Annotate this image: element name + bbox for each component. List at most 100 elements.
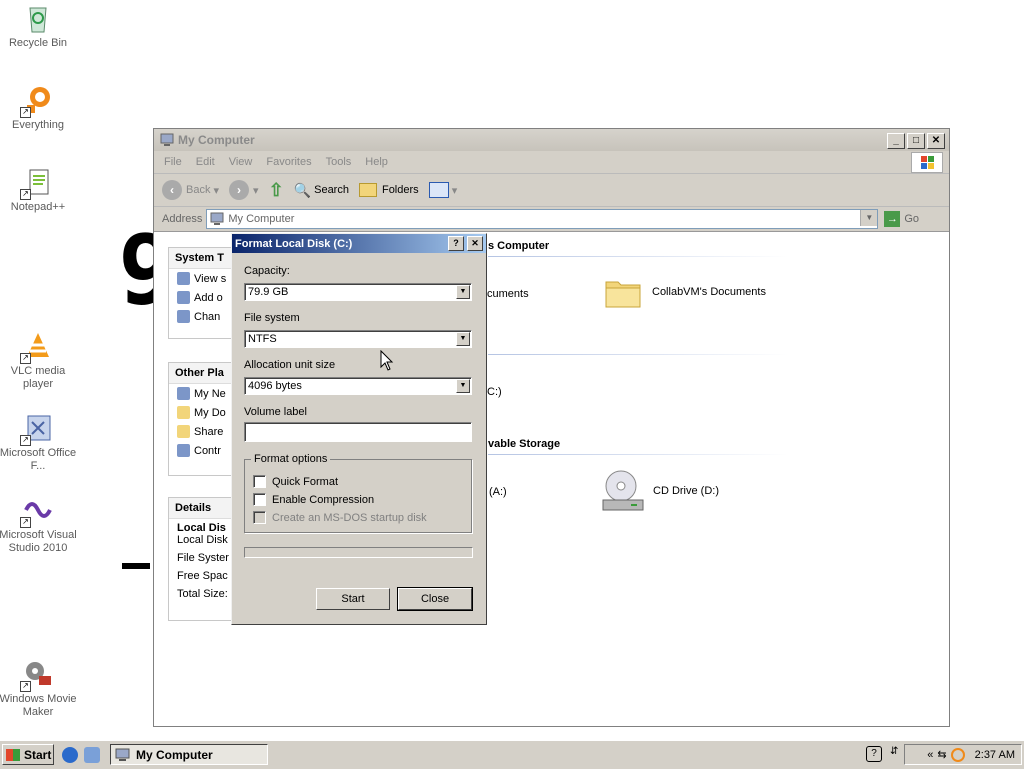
place-my-network[interactable]: My Ne (169, 384, 239, 403)
explorer-titlebar[interactable]: My Computer _ □ ✕ (154, 129, 949, 151)
vlc-icon: ↗ (20, 330, 54, 364)
desktop-icon-visual-studio[interactable]: ↗ Microsoft Visual Studio 2010 (0, 494, 78, 555)
item-local-disk-label[interactable]: C:) (487, 386, 502, 398)
panel-header[interactable]: Details (169, 498, 239, 519)
details-filesystem: File Syster (177, 552, 229, 564)
panel-header[interactable]: Other Pla (169, 363, 239, 384)
search-icon: 🔍 (293, 181, 312, 198)
chevron-down-icon[interactable]: ▼ (456, 332, 470, 346)
place-my-documents[interactable]: My Do (169, 403, 239, 422)
close-button[interactable]: Close (397, 587, 473, 611)
other-places-panel: Other Pla My Ne My Do Share Contr (168, 362, 240, 476)
filesystem-value: NTFS (248, 333, 277, 345)
forward-arrow-icon: › (229, 180, 250, 200)
menu-view[interactable]: View (229, 156, 253, 168)
menu-edit[interactable]: Edit (196, 156, 215, 168)
menu-favorites[interactable]: Favorites (266, 156, 311, 168)
menu-file[interactable]: File (164, 156, 182, 168)
allocation-value: 4096 bytes (248, 380, 302, 392)
language-tray-icon[interactable]: ⇵ (890, 746, 898, 757)
filesystem-select[interactable]: NTFS ▼ (244, 330, 472, 348)
task-change-setting[interactable]: Chan (169, 307, 239, 326)
desktop-icon-recycle-bin[interactable]: Recycle Bin (0, 2, 78, 50)
item-collabvm-documents[interactable]: CollabVM's Documents (604, 274, 766, 310)
desktop-icon-label: VLC media player (10, 365, 66, 390)
everything-tray-icon[interactable] (950, 747, 965, 762)
desktop-icon-vlc[interactable]: ↗ VLC media player (0, 330, 78, 391)
item-cd-drive[interactable]: CD Drive (D:) (601, 468, 719, 514)
chevron-down-icon[interactable]: ▼ (456, 379, 470, 393)
taskbar: Start My Computer ? ⇵ « ⇆ 2:37 AM (0, 740, 1024, 769)
dialog-close-icon[interactable]: ✕ (467, 236, 483, 251)
desktop-icon-label: Windows Movie Maker (0, 693, 77, 718)
search-button[interactable]: 🔍 Search (294, 182, 349, 199)
folders-button[interactable]: Folders (358, 183, 419, 197)
back-button[interactable]: ‹ Back ▾ (162, 180, 219, 200)
go-button[interactable]: → Go (884, 211, 919, 227)
desktop-icon-everything[interactable]: ↗ Everything (0, 84, 78, 132)
enable-compression-checkbox[interactable]: Enable Compression (253, 493, 374, 506)
desktop-icon-office[interactable]: ↗ Microsoft Office F... (0, 412, 78, 473)
start-button[interactable]: Start (2, 744, 54, 765)
notepad-plus-plus-icon: ↗ (20, 166, 54, 200)
help-tray-icon[interactable]: ? (866, 746, 882, 762)
documents-icon (177, 406, 190, 419)
address-input[interactable]: My Computer ▼ (206, 209, 879, 229)
place-control-panel[interactable]: Contr (169, 441, 239, 460)
quick-format-checkbox[interactable]: Quick Format (253, 475, 338, 488)
checkbox-box[interactable] (253, 475, 266, 488)
allocation-select[interactable]: 4096 bytes ▼ (244, 377, 472, 395)
menu-help[interactable]: Help (365, 156, 388, 168)
go-arrow-icon: → (884, 211, 901, 227)
close-button[interactable]: ✕ (927, 133, 945, 149)
up-folder-button[interactable]: ⇧ (269, 180, 284, 201)
minimize-button[interactable]: _ (887, 133, 905, 149)
start-button[interactable]: Start (316, 588, 390, 610)
windows-flag-icon (6, 748, 20, 761)
taskbar-item-my-computer[interactable]: My Computer (110, 744, 268, 765)
recycle-bin-icon (22, 2, 54, 34)
desktop-icon-movie-maker[interactable]: ↗ Windows Movie Maker (0, 658, 78, 719)
volume-label-input[interactable] (244, 422, 472, 442)
task-add-remove-programs[interactable]: Add o (169, 288, 239, 307)
checkbox-box (253, 511, 266, 524)
format-dialog: Format Local Disk (C:) ? ✕ Capacity: 79.… (231, 233, 487, 625)
place-shared-documents[interactable]: Share (169, 422, 239, 441)
item-floppy-label[interactable]: (A:) (489, 486, 507, 498)
format-options-group: Format options Quick Format Enable Compr… (244, 453, 472, 533)
dialog-titlebar[interactable]: Format Local Disk (C:) ? ✕ (232, 234, 486, 253)
clock[interactable]: 2:37 AM (975, 749, 1015, 761)
shortcut-arrow-icon: ↗ (20, 517, 31, 528)
desktop-icon-notepad-plus-plus[interactable]: ↗ Notepad++ (0, 166, 78, 214)
internet-explorer-icon[interactable] (62, 747, 78, 763)
maximize-button[interactable]: □ (907, 133, 925, 149)
desktop-icon-label: Notepad++ (10, 201, 66, 213)
computer-icon (160, 133, 174, 146)
details-total-size: Total Size: (177, 588, 228, 600)
capacity-select[interactable]: 79.9 GB ▼ (244, 283, 472, 301)
address-value: My Computer (228, 213, 295, 225)
tray-expand-icon[interactable]: « (927, 749, 933, 761)
checkbox-box[interactable] (253, 493, 266, 506)
show-desktop-icon[interactable] (84, 747, 100, 763)
msdos-startup-checkbox: Create an MS-DOS startup disk (253, 511, 427, 524)
capacity-label: Capacity: (244, 265, 290, 277)
desktop-icon-label: Microsoft Office F... (0, 447, 77, 472)
folder-icon (177, 425, 190, 438)
computer-icon (210, 212, 224, 225)
folder-icon (605, 281, 641, 308)
format-progress-bar (244, 547, 473, 558)
panel-header[interactable]: System T (169, 248, 239, 269)
menu-tools[interactable]: Tools (326, 156, 352, 168)
task-view-system-info[interactable]: View s (169, 269, 239, 288)
item-shared-documents-label[interactable]: cuments (487, 288, 529, 300)
help-button[interactable]: ? (448, 236, 464, 251)
windows-logo-icon (911, 152, 943, 173)
details-type: Local Disk (177, 534, 228, 546)
network-tray-icon[interactable]: ⇆ (937, 748, 946, 761)
views-button[interactable]: ▾ (428, 182, 457, 198)
chevron-down-icon[interactable]: ▼ (456, 285, 470, 299)
forward-button[interactable]: › ▾ (229, 180, 259, 200)
capacity-value: 79.9 GB (248, 286, 289, 298)
address-dropdown-icon[interactable]: ▼ (860, 210, 878, 226)
